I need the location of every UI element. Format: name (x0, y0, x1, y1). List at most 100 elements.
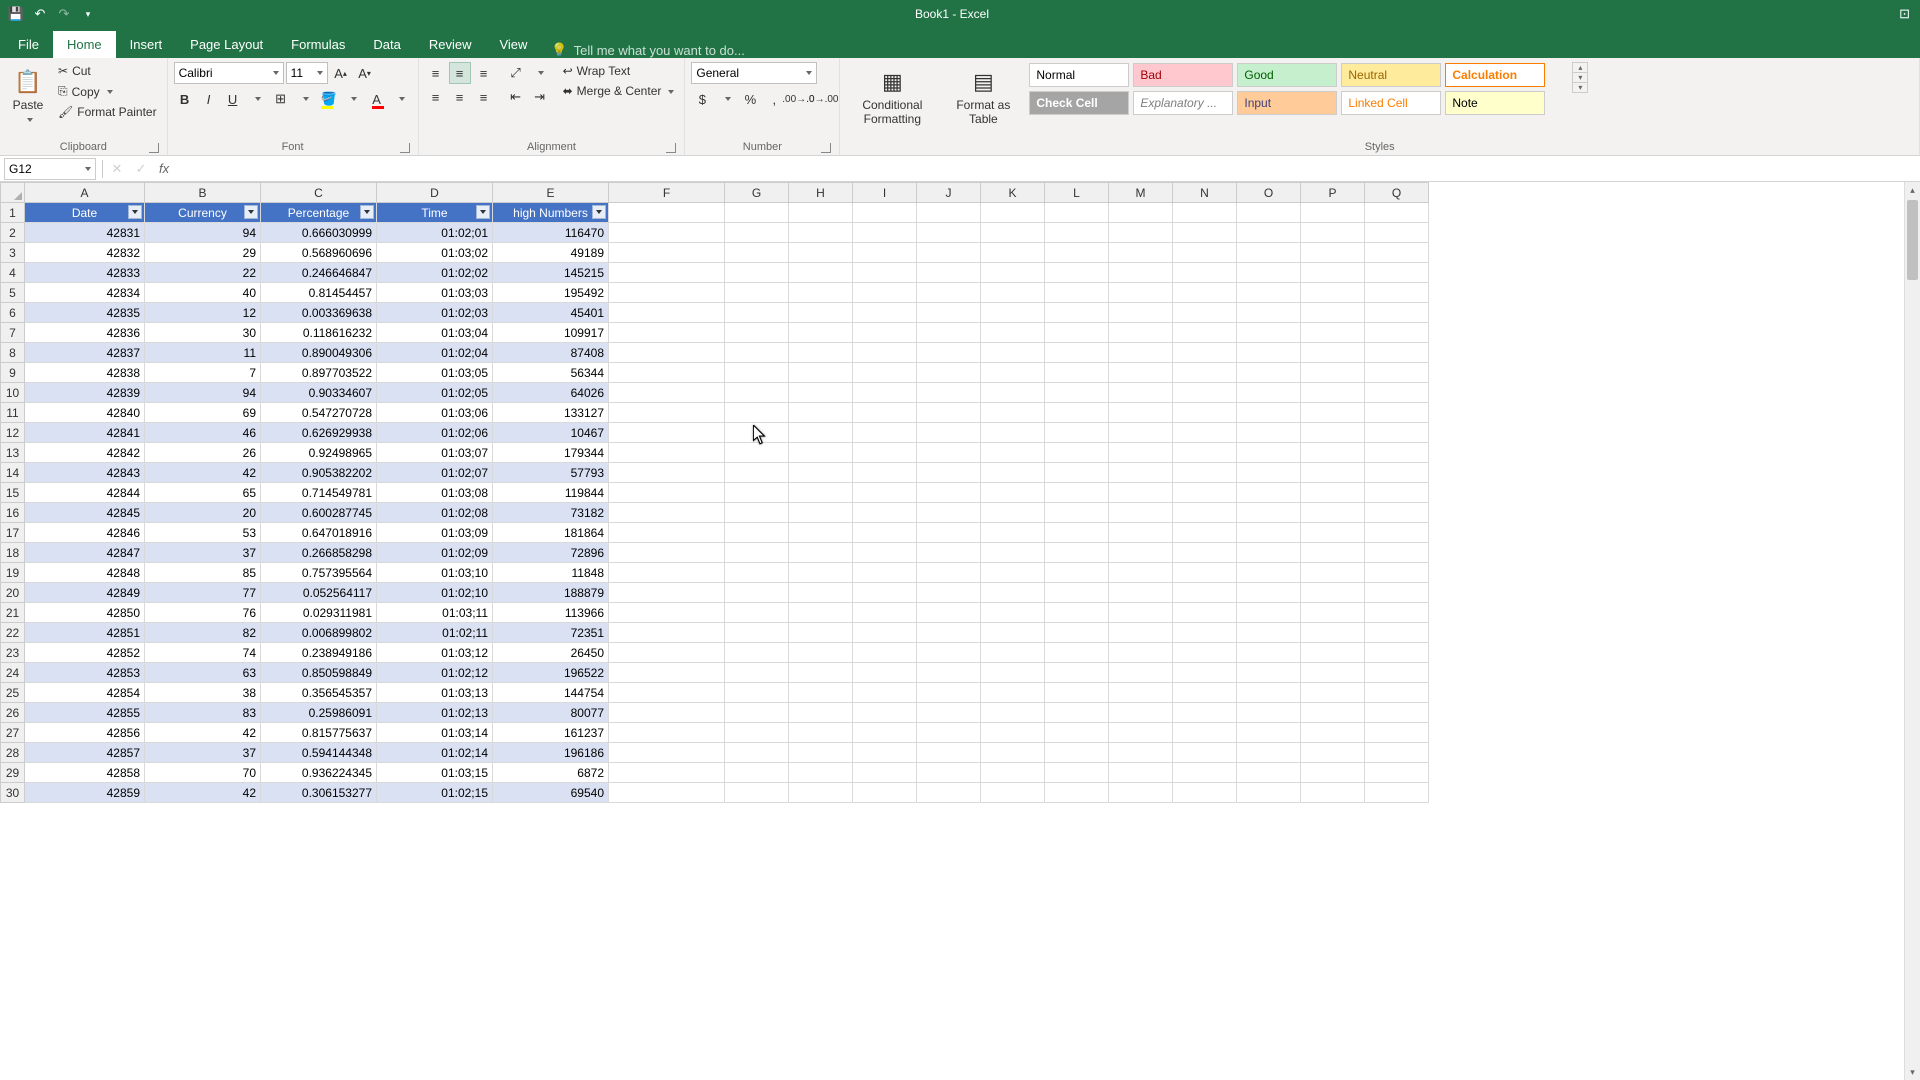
cell[interactable] (1365, 323, 1429, 343)
row-header[interactable]: 22 (1, 623, 25, 643)
column-header-I[interactable]: I (853, 183, 917, 203)
cell[interactable] (1045, 283, 1109, 303)
cell[interactable] (917, 223, 981, 243)
cell[interactable]: 0.936224345 (261, 763, 377, 783)
cell[interactable] (917, 703, 981, 723)
cell[interactable] (853, 683, 917, 703)
cell[interactable] (1109, 783, 1173, 803)
cell[interactable]: 0.757395564 (261, 563, 377, 583)
cell[interactable] (1365, 263, 1429, 283)
cell[interactable] (981, 343, 1045, 363)
cell[interactable] (725, 423, 789, 443)
cell[interactable] (1109, 223, 1173, 243)
row-header[interactable]: 15 (1, 483, 25, 503)
cell-style-note[interactable]: Note (1445, 91, 1545, 115)
cell[interactable]: 53 (145, 523, 261, 543)
row-header[interactable]: 24 (1, 663, 25, 683)
scroll-thumb[interactable] (1907, 200, 1918, 280)
cell[interactable]: 80077 (493, 703, 609, 723)
tab-insert[interactable]: Insert (116, 31, 177, 58)
cell[interactable] (1365, 243, 1429, 263)
cell[interactable] (1045, 543, 1109, 563)
cell[interactable] (981, 303, 1045, 323)
cell[interactable] (1301, 403, 1365, 423)
cell-style-explanatory-[interactable]: Explanatory ... (1133, 91, 1233, 115)
tab-formulas[interactable]: Formulas (277, 31, 359, 58)
cell[interactable]: 01:02;04 (377, 343, 493, 363)
cell[interactable]: 01:03;04 (377, 323, 493, 343)
cell[interactable]: 0.81454457 (261, 283, 377, 303)
accounting-format-icon[interactable]: $ (691, 88, 713, 110)
cell[interactable] (1045, 383, 1109, 403)
cell[interactable] (725, 663, 789, 683)
cell[interactable] (1301, 263, 1365, 283)
cell[interactable] (1173, 663, 1237, 683)
cell[interactable]: 37 (145, 743, 261, 763)
row-header[interactable]: 23 (1, 643, 25, 663)
cell[interactable]: 01:02;10 (377, 583, 493, 603)
cell[interactable]: 01:03;07 (377, 443, 493, 463)
cell[interactable] (981, 603, 1045, 623)
font-name-combo[interactable]: Calibri (174, 62, 284, 84)
cell[interactable] (853, 323, 917, 343)
cell[interactable]: 01:03;03 (377, 283, 493, 303)
cell[interactable] (609, 703, 725, 723)
cell[interactable] (789, 703, 853, 723)
cell[interactable] (1109, 443, 1173, 463)
cell[interactable]: 38 (145, 683, 261, 703)
cell[interactable] (609, 763, 725, 783)
cell[interactable] (981, 763, 1045, 783)
cell[interactable] (981, 643, 1045, 663)
borders-dropdown[interactable] (294, 88, 316, 110)
cell[interactable] (609, 743, 725, 763)
column-header-L[interactable]: L (1045, 183, 1109, 203)
cell[interactable] (917, 303, 981, 323)
cell[interactable] (1173, 483, 1237, 503)
align-left-icon[interactable]: ≡ (425, 86, 447, 108)
cell[interactable]: 01:02;12 (377, 663, 493, 683)
column-header-N[interactable]: N (1173, 183, 1237, 203)
row-header[interactable]: 14 (1, 463, 25, 483)
cell[interactable]: 195492 (493, 283, 609, 303)
cell[interactable]: 01:02;09 (377, 543, 493, 563)
cell[interactable]: 01:02;08 (377, 503, 493, 523)
decrease-font-icon[interactable]: A▾ (354, 62, 376, 84)
cell[interactable] (1109, 643, 1173, 663)
cell[interactable]: 0.594144348 (261, 743, 377, 763)
row-header[interactable]: 17 (1, 523, 25, 543)
cell[interactable] (789, 363, 853, 383)
cell[interactable] (725, 283, 789, 303)
cell[interactable]: 42833 (25, 263, 145, 283)
cell[interactable]: 119844 (493, 483, 609, 503)
cell[interactable] (1237, 223, 1301, 243)
cell[interactable]: 144754 (493, 683, 609, 703)
cell[interactable]: 01:03;02 (377, 243, 493, 263)
tab-page-layout[interactable]: Page Layout (176, 31, 277, 58)
cell[interactable] (1301, 203, 1365, 223)
cell[interactable] (853, 583, 917, 603)
paste-button[interactable]: 📋 Paste (6, 62, 50, 130)
paste-dropdown-icon[interactable] (24, 112, 33, 126)
styles-scroll-up[interactable]: ▴ (1573, 63, 1587, 73)
cell[interactable] (789, 743, 853, 763)
cell[interactable] (981, 563, 1045, 583)
cell[interactable] (853, 743, 917, 763)
italic-button[interactable]: I (198, 88, 220, 110)
cell[interactable] (917, 763, 981, 783)
fx-icon[interactable]: fx (153, 161, 175, 176)
cell[interactable]: 42 (145, 783, 261, 803)
cell[interactable] (725, 523, 789, 543)
column-header-P[interactable]: P (1301, 183, 1365, 203)
cell[interactable] (789, 783, 853, 803)
column-header-J[interactable]: J (917, 183, 981, 203)
cell[interactable] (1237, 383, 1301, 403)
cell[interactable] (853, 223, 917, 243)
cell-style-bad[interactable]: Bad (1133, 63, 1233, 87)
cell[interactable] (981, 203, 1045, 223)
cell[interactable] (789, 483, 853, 503)
cell[interactable] (853, 343, 917, 363)
cell[interactable] (981, 363, 1045, 383)
undo-icon[interactable]: ↶ (32, 6, 48, 22)
cell[interactable] (725, 583, 789, 603)
column-header-M[interactable]: M (1109, 183, 1173, 203)
